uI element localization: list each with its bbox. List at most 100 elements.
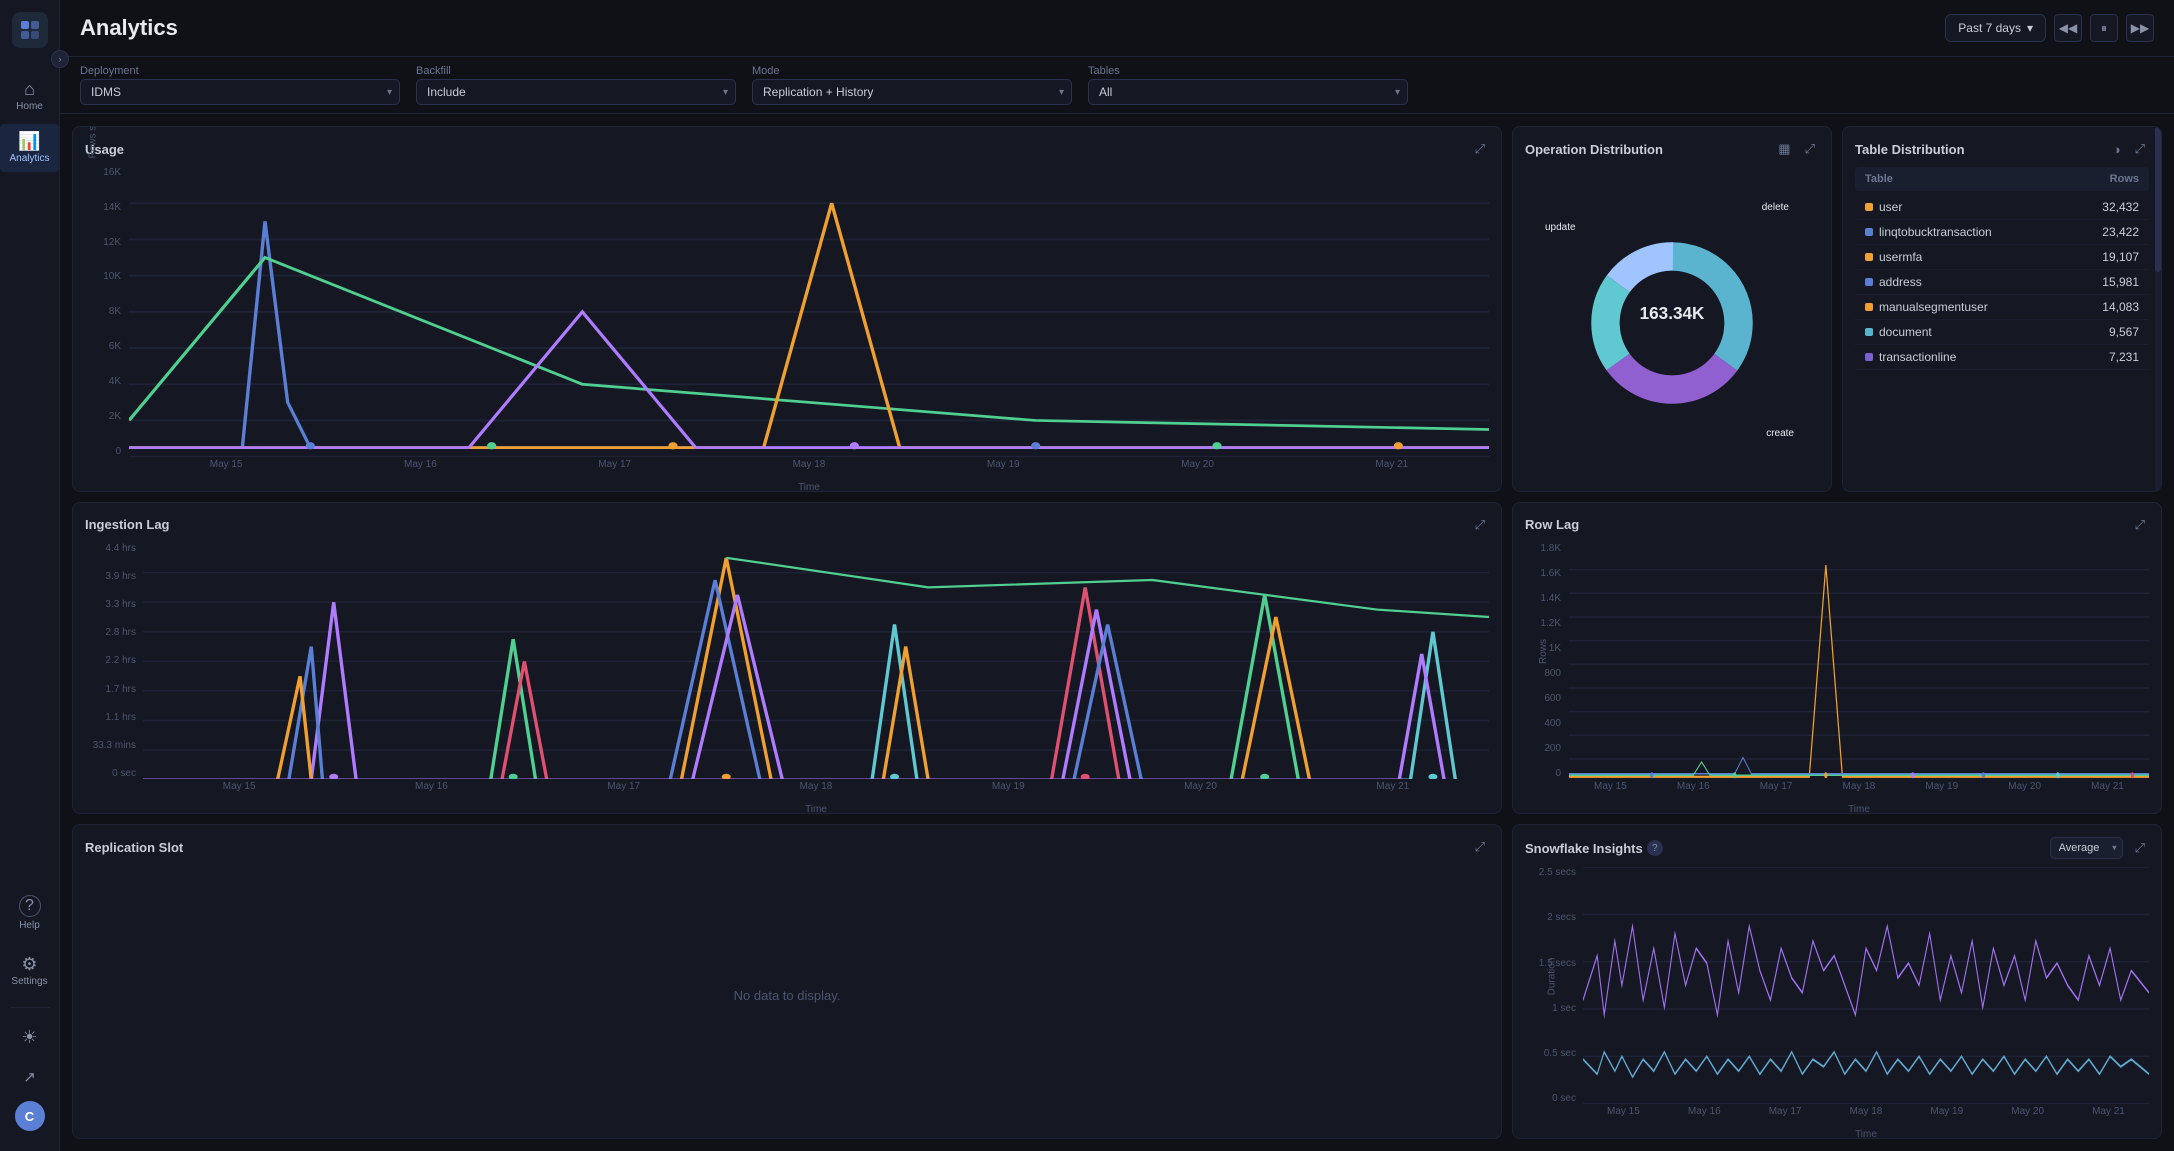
dashboard-grid: Usage ⤢ 0 2K 4K 6K 8K 10K 12K 14K 16K Ro…: [60, 114, 2174, 1151]
avatar[interactable]: C: [15, 1101, 45, 1131]
sidebar-item-home[interactable]: ⌂ Home: [0, 72, 59, 120]
mode-label: Mode: [752, 65, 1072, 77]
replication-panel-actions: ⤢: [1471, 837, 1489, 857]
table-row[interactable]: linqtobucktransaction 23,422: [1855, 220, 2149, 245]
ingestion-expand-btn[interactable]: ⤢: [1471, 515, 1489, 535]
table-dist-scrollbar[interactable]: [2155, 127, 2161, 491]
operation-panel-header: Operation Distribution ▦ ⤢: [1525, 139, 1819, 159]
usage-panel-header: Usage ⤢: [85, 139, 1489, 159]
theme-icon: ☀: [21, 1028, 37, 1046]
donut-svg: 163.34K: [1577, 228, 1767, 418]
usage-chart: 0 2K 4K 6K 8K 10K 12K 14K 16K Rows synce…: [85, 167, 1489, 479]
table-dist-panel-title: Table Distribution: [1855, 142, 1965, 157]
rowlag-chart: 0 200 400 600 800 1K 1.2K 1.4K 1.6K 1.8K…: [1525, 543, 2149, 802]
table-row[interactable]: transactionline 7,231: [1855, 345, 2149, 370]
time-range-chevron: ▾: [2027, 21, 2033, 35]
table-dist-col-headers: Table Rows: [1855, 167, 2149, 191]
table-row[interactable]: address 15,981: [1855, 270, 2149, 295]
table-dist-expand-btn[interactable]: ⤢: [2131, 139, 2149, 159]
sidebar-collapse-btn[interactable]: ›: [51, 50, 69, 68]
label-delete: delete: [1762, 202, 1789, 213]
filter-bar: Deployment IDMS Backfill Include Mode Re…: [60, 57, 2174, 114]
time-range-label: Past 7 days: [1958, 21, 2021, 35]
replication-no-data: No data to display.: [85, 865, 1489, 1126]
operation-table-btn[interactable]: ▦: [1774, 139, 1794, 159]
mode-select[interactable]: Replication + History: [752, 79, 1072, 105]
table-color-address: [1865, 278, 1873, 286]
table-dist-panel: Table Distribution ◑ ⤢ Table Rows user 3…: [1842, 126, 2162, 492]
rowlag-expand-btn[interactable]: ⤢: [2131, 515, 2149, 535]
operation-expand-btn[interactable]: ⤢: [1801, 139, 1819, 159]
tables-select[interactable]: All: [1088, 79, 1408, 105]
time-next-btn[interactable]: ▶▶: [2126, 14, 2154, 42]
snowflake-avg-select-wrap: Average Sum Max Min: [2050, 837, 2123, 859]
sidebar-item-theme[interactable]: ☀: [0, 1020, 59, 1054]
usage-panel-actions: ⤢: [1471, 139, 1489, 159]
rowlag-svg: [1569, 543, 2149, 780]
ingestion-svg: [143, 543, 1489, 780]
main-content: Analytics Past 7 days ▾ ◀◀ ⏸ ▶▶ Deployme…: [60, 0, 2174, 1151]
usage-svg: [129, 167, 1489, 457]
time-prev-btn[interactable]: ◀◀: [2054, 14, 2082, 42]
help-icon-nav: ?: [19, 895, 41, 917]
sidebar-bottom: ? Help ⚙ Settings ☀ ↗ C: [0, 887, 59, 1139]
snowflake-avg-select[interactable]: Average Sum Max Min: [2050, 837, 2123, 859]
rowlag-xlabel: Time: [1569, 804, 2149, 814]
backfill-select[interactable]: Include: [416, 79, 736, 105]
usage-panel: Usage ⤢ 0 2K 4K 6K 8K 10K 12K 14K 16K Ro…: [72, 126, 1502, 492]
rowlag-panel-title: Row Lag: [1525, 517, 1579, 532]
ingestion-panel-header: Ingestion Lag ⤢: [85, 515, 1489, 535]
snowflake-expand-btn[interactable]: ⤢: [2131, 838, 2149, 858]
ingestion-yaxis: 0 sec 33.3 mins 1.1 hrs 1.7 hrs 2.2 hrs …: [85, 543, 140, 780]
export-icon: ↗: [23, 1070, 36, 1085]
replication-panel-title: Replication Slot: [85, 840, 183, 855]
rowlag-panel-actions: ⤢: [2131, 515, 2149, 535]
snowflake-panel-header: Snowflake Insights ? Average Sum Max Min…: [1525, 837, 2149, 859]
col-rows-header: Rows: [2110, 173, 2139, 185]
sidebar-nav: ⌂ Home 📊 Analytics: [0, 72, 59, 172]
snowflake-panel-title: Snowflake Insights: [1525, 841, 1643, 856]
table-row[interactable]: document 9,567: [1855, 320, 2149, 345]
table-dist-list: user 32,432 linqtobucktransaction 23,422…: [1855, 195, 2149, 479]
backfill-label: Backfill: [416, 65, 736, 77]
tables-label: Tables: [1088, 65, 1408, 77]
snowflake-title-group: Snowflake Insights ?: [1525, 840, 1663, 856]
deployment-select[interactable]: IDMS: [80, 79, 400, 105]
donut-chart: 163.34K delete update create: [1525, 167, 1819, 479]
app-logo[interactable]: [12, 12, 48, 48]
mode-filter: Mode Replication + History: [752, 65, 1072, 105]
analytics-icon: 📊: [18, 132, 40, 150]
table-color-user: [1865, 203, 1873, 211]
replication-panel: Replication Slot ⤢ No data to display.: [72, 824, 1502, 1139]
time-pause-btn[interactable]: ⏸: [2090, 14, 2118, 42]
usage-yaxis: 0 2K 4K 6K 8K 10K 12K 14K 16K: [85, 167, 125, 457]
sidebar-item-analytics[interactable]: 📊 Analytics: [0, 124, 59, 172]
usage-ylabel: Rows synced: [88, 126, 99, 159]
sidebar-item-settings[interactable]: ⚙ Settings: [0, 947, 59, 995]
operation-panel-actions: ▦ ⤢: [1774, 139, 1819, 159]
table-row[interactable]: usermfa 19,107: [1855, 245, 2149, 270]
snowflake-help-icon[interactable]: ?: [1647, 840, 1663, 856]
table-dist-scrollbar-thumb: [2155, 127, 2161, 272]
sidebar-help-label: Help: [19, 920, 40, 931]
snowflake-chart: 0 sec 0.5 sec 1 sec 1.5 secs 2 secs 2.5 …: [1525, 867, 2149, 1126]
table-dist-pie-btn[interactable]: ◑: [2109, 140, 2125, 159]
home-icon: ⌂: [24, 80, 35, 98]
table-row[interactable]: manualsegmentuser 14,083: [1855, 295, 2149, 320]
table-color-usermfa: [1865, 253, 1873, 261]
table-dist-actions: ◑ ⤢: [2109, 139, 2149, 159]
sidebar-item-help[interactable]: ? Help: [0, 887, 59, 939]
usage-expand-btn[interactable]: ⤢: [1471, 139, 1489, 159]
snowflake-svg: [1583, 867, 2149, 1104]
replication-expand-btn[interactable]: ⤢: [1471, 837, 1489, 857]
table-row[interactable]: user 32,432: [1855, 195, 2149, 220]
ingestion-panel-title: Ingestion Lag: [85, 517, 170, 532]
col-table-header: Table: [1865, 173, 2110, 185]
sidebar-item-export[interactable]: ↗: [0, 1062, 59, 1093]
replication-panel-header: Replication Slot ⤢: [85, 837, 1489, 857]
rowlag-panel-header: Row Lag ⤢: [1525, 515, 2149, 535]
tables-filter: Tables All: [1088, 65, 1408, 105]
time-range-selector[interactable]: Past 7 days ▾: [1945, 14, 2046, 42]
ingestion-panel-actions: ⤢: [1471, 515, 1489, 535]
header-controls: Past 7 days ▾ ◀◀ ⏸ ▶▶: [1945, 14, 2154, 42]
